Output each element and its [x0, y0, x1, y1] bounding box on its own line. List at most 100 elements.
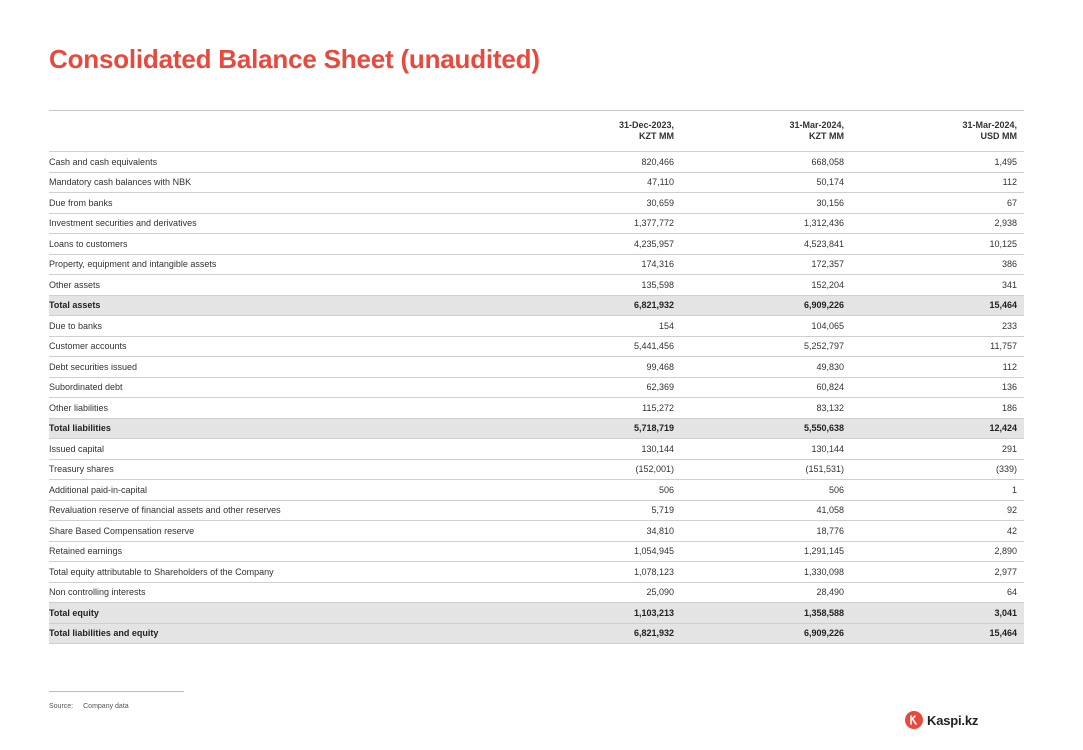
row-value: 49,830 [816, 361, 844, 372]
row-value: 104,065 [811, 320, 844, 331]
row-value: 5,550,638 [803, 423, 844, 434]
table-row: Debt securities issued 99,468 49,830 112 [49, 356, 1024, 378]
table-row: Due from banks 30,659 30,156 67 [49, 192, 1024, 214]
row-value: 47,110 [647, 177, 674, 188]
table-row: Cash and cash equivalents 820,466 668,058 1… [49, 151, 1024, 173]
row-value: 506 [658, 484, 674, 495]
row-value: 820,466 [641, 156, 674, 167]
row-value: 3,041 [994, 607, 1017, 618]
row-value: (151,531) [805, 464, 844, 475]
table-row: Retained earnings 1,054,945 1,291,145 2,890 [49, 541, 1024, 562]
row-value: 154 [658, 320, 674, 331]
row-value: (339) [995, 464, 1017, 475]
row-value: 11,757 [990, 341, 1017, 352]
row-label: Other assets [49, 279, 101, 290]
row-value: 6,909,226 [803, 300, 844, 311]
row-value: 115,272 [642, 402, 674, 413]
row-value: 2,938 [994, 218, 1017, 229]
row-label: Share Based Compensation reserve [49, 525, 195, 536]
kaspi-logo: Kaspi.kz [905, 711, 978, 729]
total-row: Total assets 6,821,932 6,909,226 15,464 [49, 295, 1024, 316]
row-value: 15,464 [989, 300, 1017, 311]
row-value: 506 [828, 484, 844, 495]
column-header-line2: KZT MM [809, 131, 844, 141]
table-row: Customer accounts 5,441,456 5,252,797 11,75… [49, 336, 1024, 357]
kaspi-logo-icon [905, 711, 923, 729]
balance-sheet-table: 31-Dec-2023, KZT MM 31-Mar-2024, KZT MM … [49, 110, 1024, 644]
row-value: 4,523,841 [803, 238, 844, 249]
row-value: 174,316 [641, 259, 674, 270]
row-value: 50,174 [816, 177, 844, 188]
row-value: 67 [1006, 197, 1017, 208]
source-label: Source: [49, 703, 74, 710]
balance-sheet-table-container: 31-Dec-2023, KZT MM 31-Mar-2024, KZT MM … [49, 110, 1024, 644]
row-label: Total equity attributable to Shareholder… [49, 566, 274, 577]
row-value: 42 [1006, 525, 1017, 536]
row-value: 668,058 [811, 156, 844, 167]
row-value: 1,054,945 [633, 546, 674, 557]
row-value: 1 [1011, 484, 1017, 495]
row-value: 186 [1001, 402, 1017, 413]
table-row: Due to banks 154 104,065 233 [49, 315, 1024, 337]
row-value: 5,718,719 [633, 423, 674, 434]
row-value: 92 [1006, 505, 1017, 516]
row-label: Cash and cash equivalents [49, 156, 158, 167]
row-value: 1,312,436 [803, 218, 844, 229]
total-row: Total liabilities 5,718,719 5,550,638 12,42… [49, 418, 1024, 439]
table-row: Total equity attributable to Shareholder… [49, 561, 1024, 583]
row-label: Due to banks [49, 320, 103, 331]
row-value: 15,464 [989, 628, 1017, 639]
table-row: Share Based Compensation reserve 34,810 18… [49, 520, 1024, 542]
total-row: Total equity 1,103,213 1,358,588 3,041 [49, 602, 1024, 623]
row-label: Total liabilities and equity [49, 628, 159, 639]
row-value: 5,252,797 [803, 341, 844, 352]
row-value: 135,598 [641, 279, 674, 290]
row-label: Total assets [49, 300, 101, 311]
table-row: Other assets 135,598 152,204 341 [49, 274, 1024, 296]
table-row: Loans to customers 4,235,957 4,523,841 10,1… [49, 233, 1024, 255]
table-row: Property, equipment and intangible asset… [49, 254, 1024, 275]
row-value: 41,058 [816, 505, 844, 516]
source-value: Company data [83, 703, 129, 710]
row-label: Total equity [49, 607, 99, 618]
row-value: 5,719 [651, 505, 674, 516]
row-label: Loans to customers [49, 238, 128, 249]
row-label: Non controlling interests [49, 587, 146, 598]
source-note: Source: Company data [49, 703, 129, 710]
table-row: Revaluation reserve of financial assets … [49, 500, 1024, 521]
row-label: Treasury shares [49, 464, 114, 475]
table-header: 31-Dec-2023, KZT MM 31-Mar-2024, KZT MM … [49, 110, 1024, 152]
row-label: Property, equipment and intangible asset… [49, 259, 217, 270]
row-value: 28,490 [816, 587, 844, 598]
row-value: 1,358,588 [803, 607, 844, 618]
column-header-dec-2023-kzt: 31-Dec-2023, KZT MM [564, 111, 681, 152]
row-value: 130,144 [811, 443, 844, 454]
table-row: Other liabilities 115,272 83,132 186 [49, 397, 1024, 419]
column-header-line2: USD MM [980, 131, 1018, 141]
row-value: 6,821,932 [633, 628, 674, 639]
row-label: Debt securities issued [49, 361, 138, 372]
row-value: 99,468 [646, 361, 674, 372]
column-header-line1: 31-Mar-2024, [789, 120, 844, 130]
row-value: 34,810 [646, 525, 674, 536]
row-value: 83,132 [816, 402, 844, 413]
row-label: Mandatory cash balances with NBK [49, 177, 192, 188]
row-value: 386 [1001, 259, 1017, 270]
row-value: 1,078,123 [633, 566, 674, 577]
table-row: Issued capital 130,144 130,144 291 [49, 438, 1024, 460]
row-value: 1,291,145 [803, 546, 844, 557]
row-label: Subordinated debt [49, 382, 123, 393]
row-value: 12,424 [989, 423, 1017, 434]
row-value: 136 [1001, 382, 1017, 393]
row-value: 25,090 [646, 587, 674, 598]
row-value: 2,977 [994, 566, 1017, 577]
row-label: Customer accounts [49, 341, 127, 352]
row-value: 4,235,957 [633, 238, 674, 249]
logo-text: Kaspi.kz [927, 712, 979, 728]
row-value: 152,204 [811, 279, 844, 290]
footnote-divider [49, 691, 184, 692]
row-value: 2,890 [994, 546, 1017, 557]
row-value: 10,125 [989, 238, 1017, 249]
page-title: Consolidated Balance Sheet (unaudited) [49, 44, 540, 74]
row-value: 341 [1001, 279, 1017, 290]
